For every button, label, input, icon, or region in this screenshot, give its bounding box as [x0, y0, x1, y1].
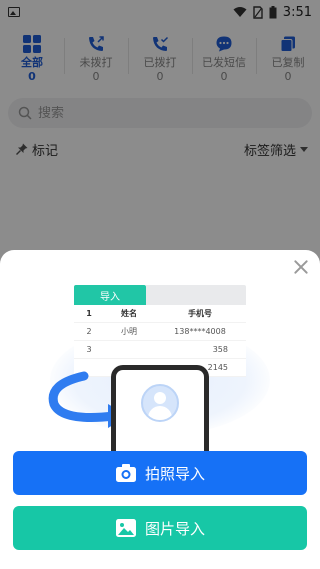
table-cell: 小明	[121, 327, 137, 336]
avatar-icon	[141, 384, 179, 422]
table-cell: 358	[212, 345, 228, 354]
import-illustration: 导入 1 姓名 手机号 2 小明 138****4008 3 358 2145	[0, 270, 320, 465]
table-cell: 3	[86, 345, 92, 354]
column-header: 手机号	[188, 309, 212, 318]
table-header-row: 1 姓名 手机号	[74, 305, 246, 323]
mini-spreadsheet: 导入 1 姓名 手机号 2 小明 138****4008 3 358 2145	[74, 285, 246, 377]
sheet-tab: 导入	[74, 285, 146, 305]
table-row: 3 358	[74, 341, 246, 359]
phone-illustration	[111, 365, 209, 465]
image-icon	[115, 519, 136, 537]
table-cell: 2	[86, 327, 92, 336]
photo-import-label: 图片导入	[144, 519, 205, 538]
table-cell: 1	[86, 309, 92, 318]
camera-import-label: 拍照导入	[144, 464, 205, 483]
column-header: 姓名	[121, 309, 137, 318]
table-row: 2 小明 138****4008	[74, 323, 246, 341]
photo-import-button[interactable]: 图片导入	[13, 506, 307, 550]
camera-import-button[interactable]: 拍照导入	[13, 451, 307, 495]
table-cell: 138****4008	[174, 327, 226, 336]
camera-icon	[115, 464, 136, 482]
